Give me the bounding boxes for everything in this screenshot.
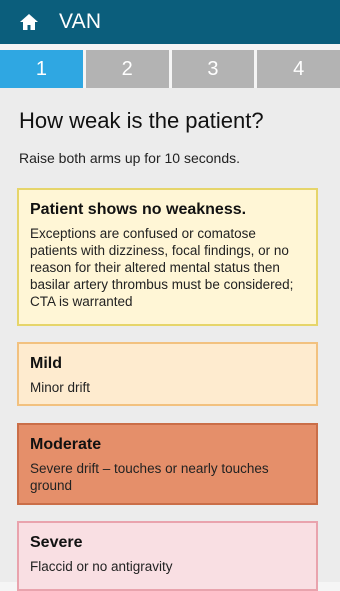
question-heading: How weak is the patient?	[19, 108, 264, 133]
home-icon[interactable]	[19, 12, 39, 32]
instruction-text: Raise both arms up for 10 seconds.	[19, 150, 241, 166]
step-tab-4[interactable]: 4	[257, 50, 340, 88]
option-moderate[interactable]: Moderate Severe drift – touches or nearl…	[17, 423, 318, 505]
app-bar: VAN	[0, 0, 340, 44]
option-description: Severe drift – touches or nearly touches…	[30, 461, 269, 493]
option-severe[interactable]: Severe Flaccid or no antigravity	[17, 521, 318, 591]
option-description: Exceptions are confused or comatose pati…	[30, 226, 294, 309]
step-tab-3[interactable]: 3	[171, 50, 255, 88]
option-title: Moderate	[30, 436, 102, 453]
option-description: Flaccid or no antigravity	[30, 559, 173, 574]
step-tab-1[interactable]: 1	[0, 50, 83, 88]
option-title: Mild	[30, 355, 62, 372]
option-title: Patient shows no weakness.	[30, 201, 247, 218]
question-panel: How weak is the patient? Raise both arms…	[0, 88, 340, 591]
option-no-weakness[interactable]: Patient shows no weakness. Exceptions ar…	[17, 188, 318, 326]
option-description: Minor drift	[30, 380, 91, 395]
step-tab-2[interactable]: 2	[85, 50, 169, 88]
step-tabs: 1 2 3 4	[0, 50, 340, 88]
app-title: VAN	[59, 10, 102, 33]
option-title: Severe	[30, 534, 83, 551]
option-mild[interactable]: Mild Minor drift	[17, 342, 318, 406]
